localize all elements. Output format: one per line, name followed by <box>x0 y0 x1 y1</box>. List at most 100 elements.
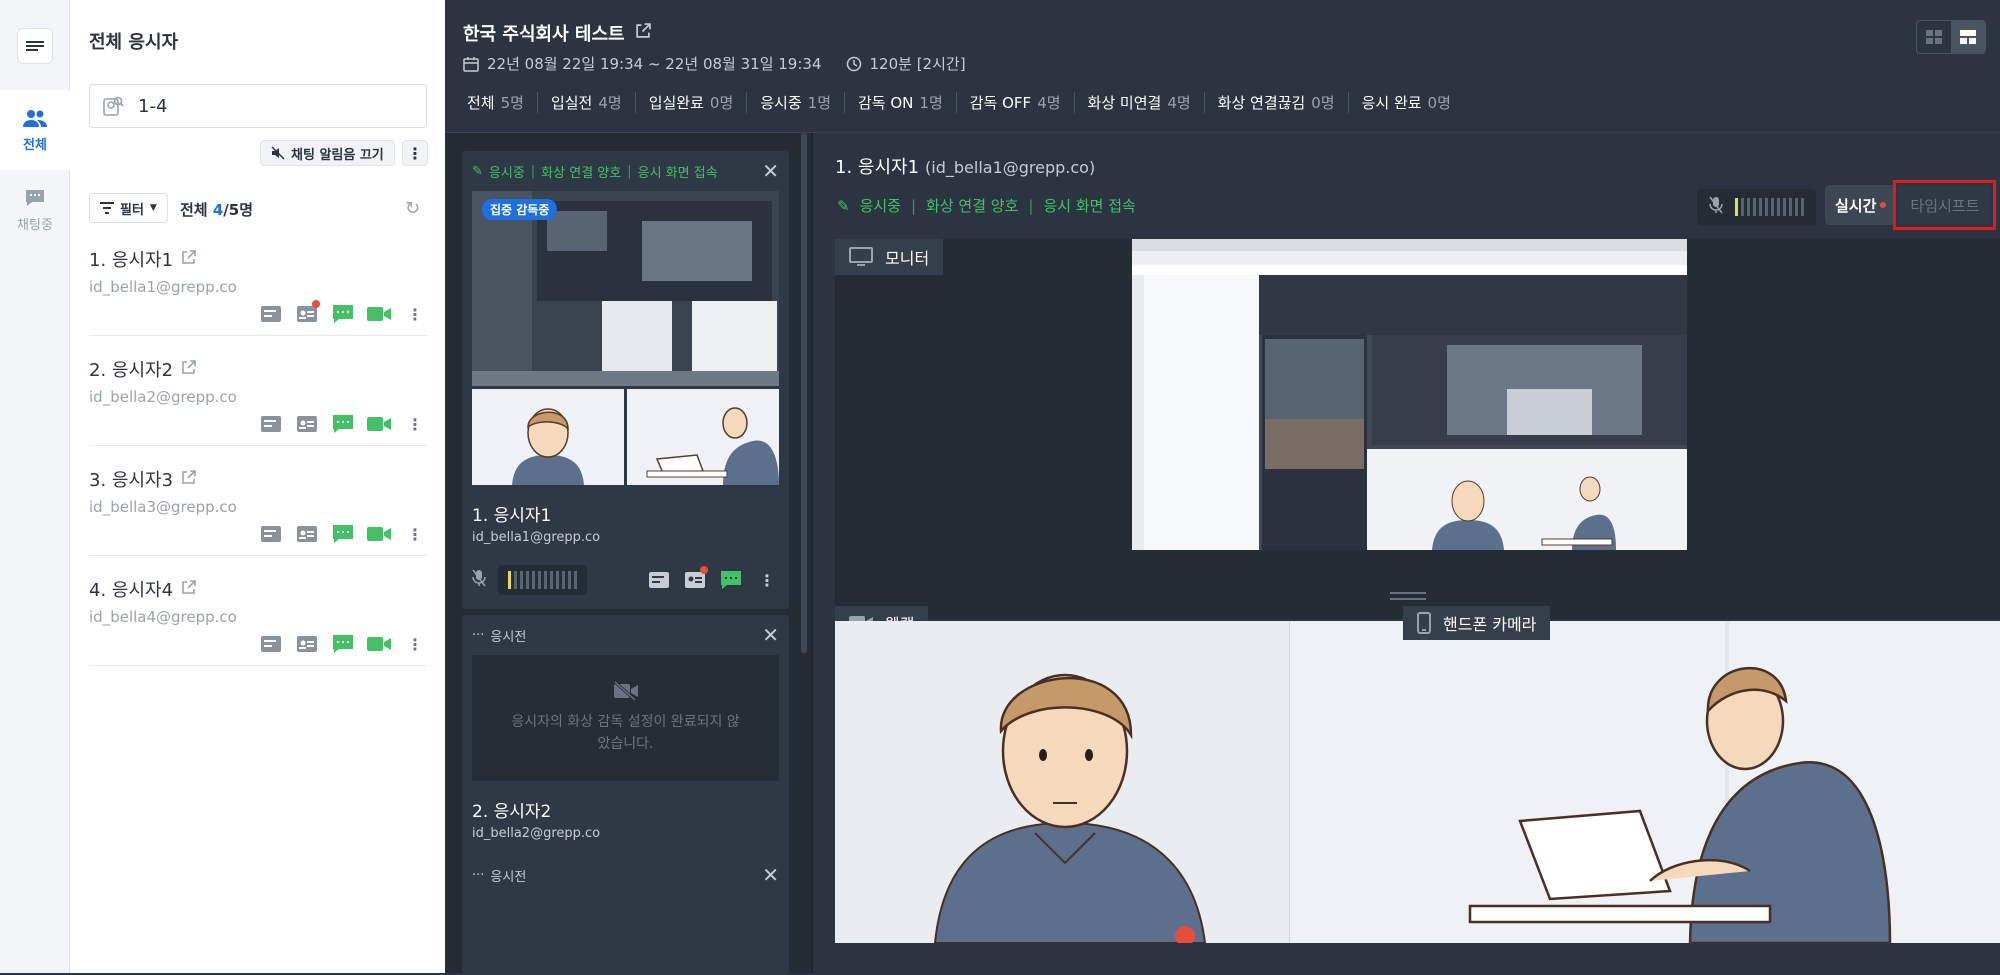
stat-entered[interactable]: 입실완료 0명 <box>634 92 747 113</box>
candidate-card[interactable]: ··· 응시전 ✕ <box>462 855 789 975</box>
stat-before-entry[interactable]: 입실전 4명 <box>536 92 635 113</box>
kebab-icon[interactable]: ⋮ <box>403 522 427 546</box>
detail-status-connection: 화상 연결 양호 <box>926 197 1019 215</box>
user-search-icon <box>103 96 124 116</box>
stat-label: 입실전 <box>550 94 593 112</box>
filter-label: 필터 <box>120 202 144 218</box>
id-card-icon[interactable] <box>295 522 319 546</box>
exam-meta: 22년 08월 22일 19:34 ~ 22년 08월 31일 19:34 12… <box>463 53 966 74</box>
list-item[interactable]: 2. 응시자2 id_bella2@grepp.co ⋮ <box>89 336 427 446</box>
phone-camera-label: 핸드폰 카메라 <box>1443 615 1537 634</box>
kebab-icon[interactable]: ⋮ <box>755 568 779 592</box>
monitor-screen[interactable] <box>1132 239 1687 550</box>
video-camera-icon[interactable] <box>367 412 391 436</box>
external-link-icon[interactable] <box>181 469 196 490</box>
screen-thumbnail[interactable]: 집중 감독중 <box>472 191 779 386</box>
external-link-icon[interactable] <box>181 579 196 600</box>
memo-icon[interactable] <box>259 522 283 546</box>
id-card-icon[interactable] <box>295 632 319 656</box>
total-prefix: 전체 <box>180 201 208 219</box>
id-card-icon[interactable] <box>295 412 319 436</box>
phone-camera-feed[interactable] <box>1290 621 2000 943</box>
focus-monitoring-badge: 집중 감독중 <box>482 199 558 220</box>
live-button[interactable]: 실시간 <box>1825 185 1897 225</box>
caret-down-icon: ▼ <box>149 203 157 213</box>
filter-button[interactable]: 필터 ▼ <box>89 193 168 223</box>
stat-label: 응시 완료 <box>1361 94 1422 112</box>
chat-icon[interactable] <box>331 412 355 436</box>
kebab-icon[interactable]: ⋮ <box>403 632 427 656</box>
chat-icon[interactable] <box>331 302 355 326</box>
chat-icon[interactable] <box>331 632 355 656</box>
speaker-off-icon <box>271 146 285 160</box>
refresh-icon[interactable]: ↻ <box>405 198 420 219</box>
stat-completed[interactable]: 응시 완료 0명 <box>1347 92 1464 113</box>
chat-icon[interactable] <box>719 568 743 592</box>
webcam-thumbnail[interactable] <box>472 389 624 485</box>
nav-chat[interactable]: 채팅중 <box>0 170 70 250</box>
placeholder-text: 응시자의 화상 감독 설정이 완료되지 않았습니다. <box>511 714 740 752</box>
timeshift-button[interactable]: 타임시프트 <box>1893 180 1997 230</box>
stat-label: 감독 OFF <box>969 94 1032 112</box>
mic-off-icon[interactable] <box>1709 196 1723 218</box>
exam-title: 한국 주식회사 테스트 <box>463 20 651 46</box>
video-camera-icon[interactable] <box>367 522 391 546</box>
search-input[interactable] <box>138 95 398 117</box>
card-candidate-email: id_bella2@grepp.co <box>472 826 601 841</box>
mute-chat-sound-button[interactable]: 채팅 알림음 끄기 <box>260 140 395 166</box>
menu-icon[interactable] <box>17 28 53 64</box>
list-item[interactable]: 4. 응시자4 id_bella4@grepp.co ⋮ <box>89 556 427 666</box>
separator: | <box>530 163 536 179</box>
stat-label: 응시중 <box>760 94 802 112</box>
scrollbar[interactable] <box>801 133 807 653</box>
monitor-view[interactable]: 모니터 <box>835 239 2000 619</box>
stat-video-unconnected[interactable]: 화상 미연결 4명 <box>1073 92 1204 113</box>
external-link-icon[interactable] <box>181 359 196 380</box>
stat-proctor-on[interactable]: 감독 ON 1명 <box>844 92 956 113</box>
chat-icon[interactable] <box>331 522 355 546</box>
separator: | <box>1028 196 1034 215</box>
phone-camera-thumbnail[interactable] <box>627 389 779 485</box>
memo-icon[interactable] <box>259 302 283 326</box>
stat-value: 1명 <box>919 94 943 112</box>
memo-icon[interactable] <box>647 568 671 592</box>
stat-total[interactable]: 전체 5명 <box>467 92 537 113</box>
kebab-icon[interactable]: ⋮ <box>403 412 427 436</box>
video-not-configured-placeholder: 응시자의 화상 감독 설정이 완료되지 않았습니다. <box>472 655 779 781</box>
status-summary: 전체 5명 입실전 4명 입실완료 0명 응시중 1명 감독 ON 1명 감독 OFF 4명… <box>467 92 1464 113</box>
nav-rail: 전체 채팅중 <box>0 0 70 973</box>
memo-icon[interactable] <box>259 412 283 436</box>
nav-all[interactable]: 전체 <box>0 90 70 170</box>
split-view-icon[interactable] <box>1951 21 1985 53</box>
list-item[interactable]: 1. 응시자1 id_bella1@grepp.co ⋮ <box>89 226 427 336</box>
mic-off-icon[interactable] <box>472 569 486 591</box>
list-item[interactable]: 3. 응시자3 id_bella3@grepp.co ⋮ <box>89 446 427 556</box>
detail-name-text: 1. 응시자1 <box>835 157 920 178</box>
close-icon[interactable]: ✕ <box>762 623 779 647</box>
stat-video-disconnected[interactable]: 화상 연결끊김 0명 <box>1203 92 1348 113</box>
kebab-icon[interactable]: ⋮ <box>403 302 427 326</box>
candidate-card[interactable]: ✎ 응시중 | 화상 연결 양호 | 응시 화면 접속 ✕ 집중 감독중 1. 응시… <box>462 151 789 609</box>
external-link-icon[interactable] <box>181 249 196 270</box>
stat-value: 4명 <box>598 94 622 112</box>
stat-in-progress[interactable]: 응시중 1명 <box>746 92 844 113</box>
webcam-feed[interactable] <box>835 621 1290 943</box>
close-icon[interactable]: ✕ <box>762 863 779 887</box>
resize-handle[interactable] <box>1390 592 1426 600</box>
video-camera-icon[interactable] <box>367 302 391 326</box>
sidebar-more-button[interactable]: ⋮ <box>402 140 428 166</box>
external-link-icon[interactable] <box>635 22 651 44</box>
grid-view-icon[interactable] <box>1917 21 1951 53</box>
stat-proctor-off[interactable]: 감독 OFF 4명 <box>955 92 1074 113</box>
stat-value: 5명 <box>500 94 524 112</box>
memo-icon[interactable] <box>259 632 283 656</box>
close-icon[interactable]: ✕ <box>762 159 779 183</box>
phone-icon <box>1417 612 1431 634</box>
detail-status-progress: 응시중 <box>859 197 901 215</box>
card-status: 응시중 <box>488 165 525 181</box>
monitor-label: 모니터 <box>885 249 930 268</box>
id-card-icon[interactable] <box>295 300 320 326</box>
id-card-icon[interactable] <box>683 566 708 592</box>
video-camera-icon[interactable] <box>367 632 391 656</box>
stat-label: 화상 연결끊김 <box>1217 94 1306 112</box>
